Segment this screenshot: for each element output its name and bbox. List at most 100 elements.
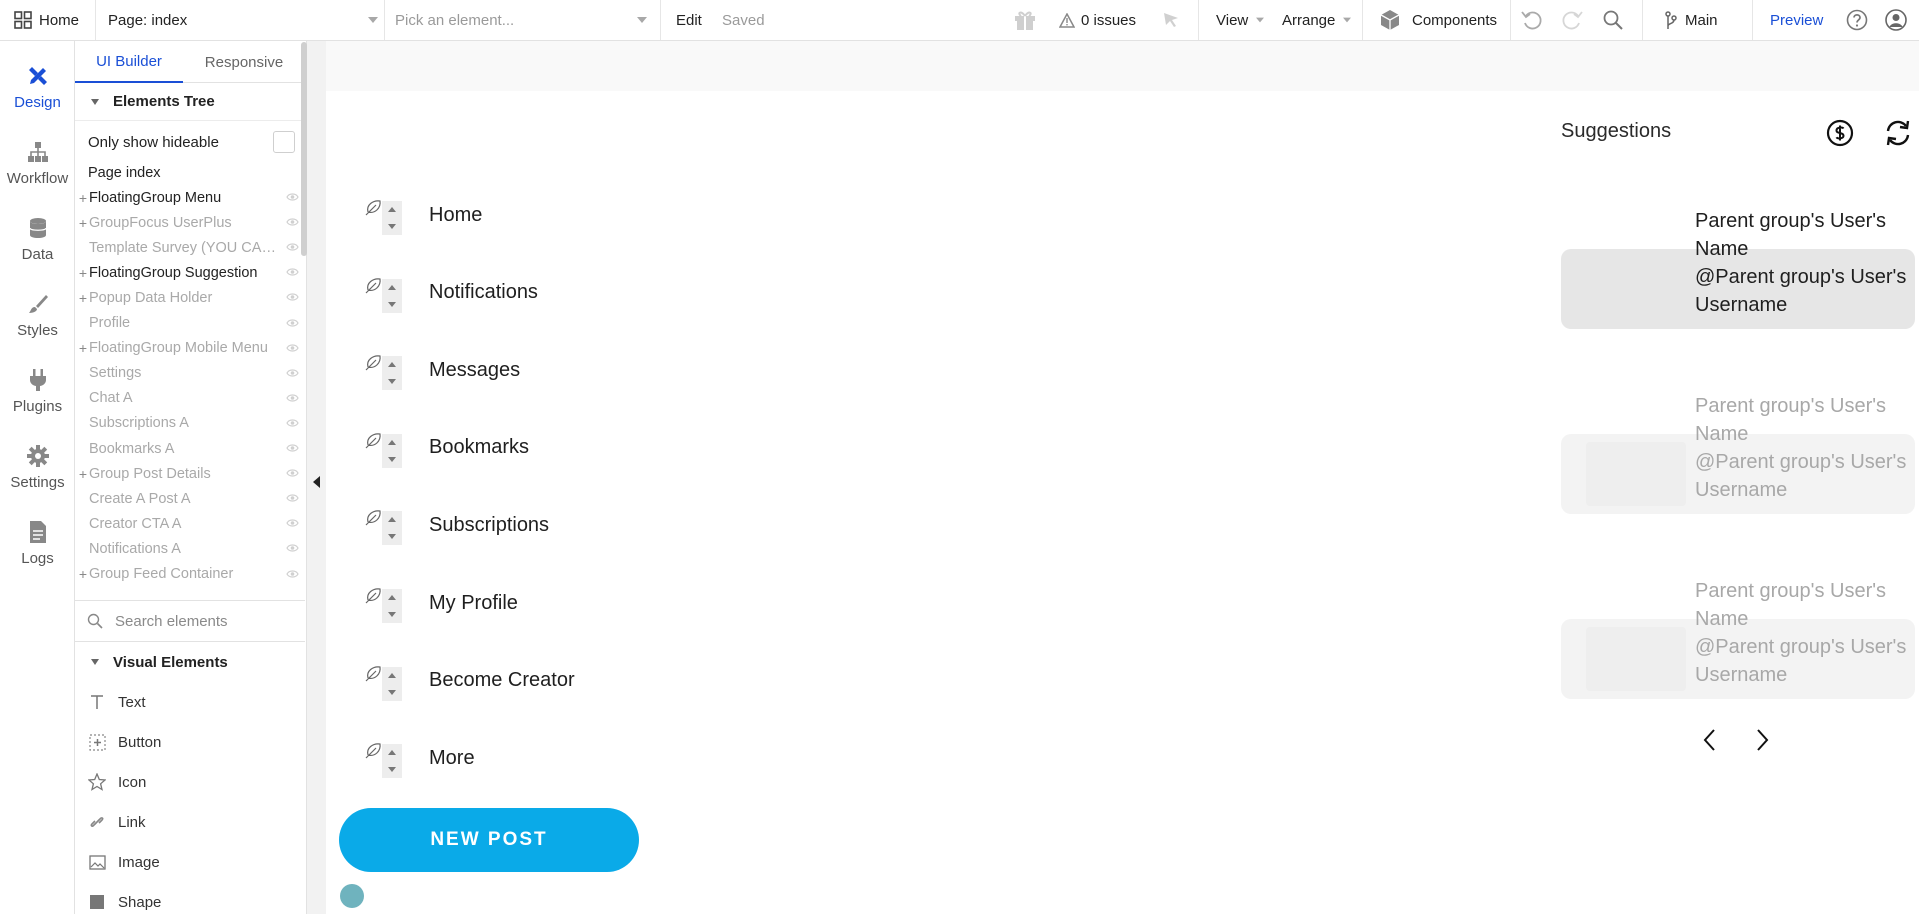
chevron-right-icon[interactable] [1752,726,1772,759]
collapse-panel-icon[interactable] [313,476,320,488]
tree-item[interactable]: Notifications A [75,536,305,561]
order-stepper[interactable] [382,278,402,313]
eye-icon[interactable] [286,192,299,202]
only-hideable-toggle[interactable]: Only show hideable [75,123,305,161]
preview-button[interactable]: Preview [1770,0,1823,40]
tree-item[interactable]: + Popup Data Holder [75,285,305,310]
undo-icon[interactable] [1520,0,1544,40]
edit-button[interactable]: Edit [676,0,702,40]
tree-item[interactable]: + Group Post Details [75,461,305,486]
tree-item[interactable]: Chat A [75,386,305,411]
eye-icon[interactable] [286,493,299,503]
eye-icon[interactable] [286,418,299,428]
issues-indicator[interactable]: 0 issues [1059,0,1136,40]
only-hideable-checkbox[interactable] [273,131,295,153]
rail-item-settings[interactable]: Settings [0,429,75,505]
eye-icon[interactable] [286,393,299,403]
eye-icon[interactable] [286,217,299,227]
rail-item-design[interactable]: Design [0,49,75,125]
new-post-button[interactable]: NEW POST [339,808,639,872]
expand-plus-icon[interactable]: + [77,290,89,306]
tree-item[interactable]: + GroupFocus UserPlus [75,210,305,235]
rail-item-logs[interactable]: Logs [0,505,75,581]
account-avatar-icon[interactable] [1885,0,1907,40]
order-stepper[interactable] [382,356,402,391]
inspect-cursor-icon[interactable] [1161,0,1181,40]
tree-item[interactable]: Bookmarks A [75,436,305,461]
order-stepper[interactable] [382,433,402,468]
expand-plus-icon[interactable]: + [77,466,89,482]
eye-icon[interactable] [286,292,299,302]
search-elements[interactable]: Search elements [75,600,305,642]
eye-icon[interactable] [286,518,299,528]
arrange-menu[interactable]: Arrange [1282,0,1352,40]
avatar[interactable] [340,884,364,908]
dollar-circle-icon[interactable] [1826,119,1854,152]
visual-element-icon[interactable]: Icon [75,762,305,802]
expand-plus-icon[interactable]: + [77,340,89,356]
rail-item-data[interactable]: Data [0,201,75,277]
tree-item[interactable]: Profile [75,311,305,336]
nav-item[interactable]: Become Creator [360,661,640,701]
tab-ui-builder[interactable]: UI Builder [75,41,183,83]
tree-item[interactable]: + FloatingGroup Menu [75,185,305,210]
visual-element-link[interactable]: Link [75,802,305,842]
tree-item[interactable]: Creator CTA A [75,511,305,536]
order-stepper[interactable] [382,666,402,701]
nav-item[interactable]: Home [360,195,640,235]
eye-icon[interactable] [286,368,299,378]
nav-item[interactable]: More [360,738,640,779]
page-selector[interactable]: Page: index [108,0,378,40]
nav-item[interactable]: Messages [360,350,640,391]
tree-item[interactable]: + Group Feed Container [75,562,305,587]
view-menu[interactable]: View [1216,0,1265,40]
expand-plus-icon[interactable]: + [77,215,89,231]
nav-item[interactable]: Notifications [360,273,640,313]
visual-element-shape[interactable]: Shape [75,882,305,914]
tree-item[interactable]: Settings [75,361,305,386]
expand-plus-icon[interactable]: + [77,190,89,206]
visual-element-image[interactable]: Image [75,842,305,882]
order-stepper[interactable] [382,511,402,546]
nav-item[interactable]: Bookmarks [360,428,640,468]
help-icon[interactable] [1846,0,1868,40]
chevron-left-icon[interactable] [1700,726,1720,759]
tree-item[interactable]: Create A Post A [75,486,305,511]
order-stepper[interactable] [382,201,402,235]
eye-icon[interactable] [286,242,299,252]
eye-icon[interactable] [286,543,299,553]
eye-icon[interactable] [286,267,299,277]
rail-item-workflow[interactable]: Workflow [0,125,75,201]
tree-item[interactable]: + FloatingGroup Mobile Menu [75,336,305,361]
expand-plus-icon[interactable]: + [77,566,89,582]
components-button[interactable]: Components [1378,0,1497,40]
eye-icon[interactable] [286,443,299,453]
tree-item[interactable]: + FloatingGroup Suggestion [75,260,305,285]
gift-icon[interactable] [1013,0,1037,40]
element-picker[interactable]: Pick an element... [395,0,647,40]
visual-element-text[interactable]: Text [75,682,305,722]
tree-item[interactable]: Template Survey (YOU CAN... [75,235,305,260]
eye-icon[interactable] [286,318,299,328]
tab-responsive[interactable]: Responsive [183,41,305,83]
refresh-icon[interactable] [1882,117,1914,154]
redo-icon[interactable] [1560,0,1584,40]
order-stepper[interactable] [382,744,402,779]
eye-icon[interactable] [286,569,299,579]
eye-icon[interactable] [286,343,299,353]
nav-item[interactable]: My Profile [360,583,640,623]
branch-selector[interactable]: Main [1664,0,1718,40]
tree-item[interactable]: Subscriptions A [75,411,305,436]
rail-item-styles[interactable]: Styles [0,277,75,353]
nav-item[interactable]: Subscriptions [360,505,640,546]
elements-tree-header[interactable]: Elements Tree [75,83,305,121]
tree-page-row[interactable]: Page index [75,161,305,185]
search-icon[interactable] [1602,0,1624,40]
home-menu[interactable]: Home [14,0,79,40]
order-stepper[interactable] [382,589,402,623]
visual-element-button[interactable]: Button [75,722,305,762]
expand-plus-icon[interactable]: + [77,265,89,281]
visual-elements-header[interactable]: Visual Elements [75,643,305,681]
rail-item-plugins[interactable]: Plugins [0,353,75,429]
eye-icon[interactable] [286,468,299,478]
